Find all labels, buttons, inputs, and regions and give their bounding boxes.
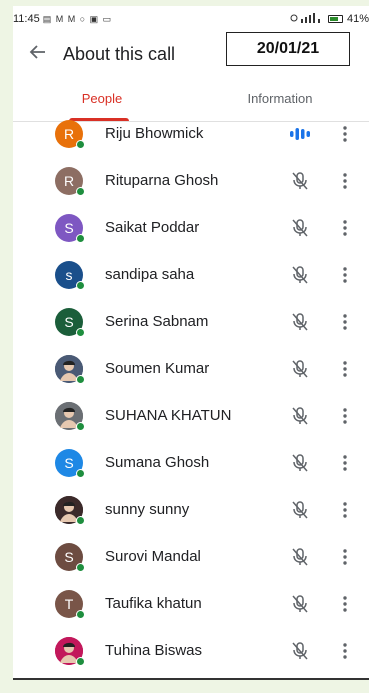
mic-muted-icon: [289, 405, 311, 427]
status-time: 11:45: [13, 13, 40, 25]
avatar: R: [55, 166, 85, 196]
back-arrow-icon[interactable]: [13, 41, 63, 67]
participant-name: Sumana Ghosh: [105, 454, 210, 471]
avatar-initial: S: [64, 548, 74, 565]
participant-name: Surovi Mandal: [105, 548, 201, 565]
page-title: About this call: [63, 43, 176, 64]
app-bar: About this call 20/01/21: [13, 32, 369, 76]
avatar: R: [55, 119, 85, 149]
mic-muted-icon: [289, 546, 311, 568]
mic-muted-icon: [289, 593, 311, 615]
participant-name: sandipa saha: [105, 266, 195, 283]
participant-name: Riju Bhowmick: [105, 125, 204, 142]
participant-row[interactable]: Soumen Kumar: [13, 345, 369, 392]
participant-name: SUHANA KHATUN: [105, 407, 232, 424]
avatar-initial: s: [65, 266, 73, 283]
date-label: 20/01/21: [226, 32, 350, 66]
online-status-dot: [76, 468, 85, 478]
participant-name: Soumen Kumar: [105, 360, 210, 377]
avatar: S: [55, 542, 85, 572]
online-status-dot: [76, 421, 85, 431]
avatar-initial: S: [64, 313, 74, 330]
more-options-icon[interactable]: [337, 264, 353, 286]
participant-row[interactable]: S Sumana Ghosh: [13, 439, 369, 486]
more-options-icon[interactable]: [337, 499, 353, 521]
status-right: 41%: [290, 12, 369, 26]
participant-row[interactable]: T Taufika khatun: [13, 580, 369, 627]
participant-name: Taufika khatun: [105, 595, 202, 612]
participant-list: R Riju Bhowmick R Rituparna Ghosh S Saikat Po…: [13, 110, 369, 674]
online-status-dot: [76, 327, 85, 337]
more-options-icon[interactable]: [337, 405, 353, 427]
participant-name: sunny sunny: [105, 501, 190, 518]
mic-muted-icon: [289, 170, 311, 192]
participant-row[interactable]: sunny sunny: [13, 486, 369, 533]
avatar: [55, 495, 85, 525]
participant-row[interactable]: Tuhina Biswas: [13, 627, 369, 674]
battery-icon: [327, 15, 343, 23]
online-status-dot: [76, 374, 85, 384]
avatar: s: [55, 260, 85, 290]
avatar: [55, 401, 85, 431]
mic-muted-icon: [289, 499, 311, 521]
more-options-icon[interactable]: [337, 170, 353, 192]
more-options-icon[interactable]: [337, 640, 353, 662]
online-status-dot: [76, 609, 85, 619]
mic-muted-icon: [289, 640, 311, 662]
online-status-dot: [76, 562, 85, 572]
avatar-initial: R: [63, 172, 75, 189]
battery-level: 41%: [346, 13, 369, 25]
mic-muted-icon: [289, 264, 311, 286]
participant-row[interactable]: S Saikat Poddar: [13, 204, 369, 251]
tab-information-label: Information: [247, 91, 313, 106]
avatar: S: [55, 307, 85, 337]
notification-icons: ▤ M M ○ ▣ ▭: [42, 13, 113, 24]
signal-icon: [290, 12, 324, 26]
speaking-indicator-icon: [289, 123, 311, 145]
tab-people-label: People: [81, 91, 123, 106]
more-options-icon[interactable]: [337, 452, 353, 474]
online-status-dot: [76, 186, 85, 196]
mic-muted-icon: [289, 311, 311, 333]
more-options-icon[interactable]: [337, 593, 353, 615]
avatar: [55, 636, 85, 666]
online-status-dot: [76, 656, 85, 666]
online-status-dot: [76, 280, 85, 290]
participant-name: Serina Sabnam: [105, 313, 209, 330]
online-status-dot: [76, 233, 85, 243]
participant-name: Saikat Poddar: [105, 219, 200, 236]
online-status-dot: [76, 139, 85, 149]
avatar-initial: S: [64, 219, 74, 236]
participant-row[interactable]: R Riju Bhowmick: [13, 110, 369, 157]
status-left: 11:45 ▤ M M ○ ▣ ▭: [13, 13, 112, 25]
phone-screen: 11:45 ▤ M M ○ ▣ ▭ 41% About this call 20…: [13, 6, 369, 678]
avatar: S: [55, 448, 85, 478]
more-options-icon[interactable]: [337, 311, 353, 333]
more-options-icon[interactable]: [337, 546, 353, 568]
mic-muted-icon: [289, 217, 311, 239]
more-options-icon[interactable]: [337, 358, 353, 380]
participant-row[interactable]: s sandipa saha: [13, 251, 369, 298]
participant-row[interactable]: SUHANA KHATUN: [13, 392, 369, 439]
avatar-initial: S: [64, 454, 74, 471]
avatar: T: [55, 589, 85, 619]
participant-name: Tuhina Biswas: [105, 642, 202, 659]
avatar: [55, 354, 85, 384]
online-status-dot: [76, 515, 85, 525]
status-bar: 11:45 ▤ M M ○ ▣ ▭ 41%: [13, 6, 369, 32]
mic-muted-icon: [289, 452, 311, 474]
avatar-initial: R: [63, 125, 75, 142]
participant-row[interactable]: S Surovi Mandal: [13, 533, 369, 580]
participant-row[interactable]: R Rituparna Ghosh: [13, 157, 369, 204]
more-options-icon[interactable]: [337, 123, 353, 145]
participant-row[interactable]: S Serina Sabnam: [13, 298, 369, 345]
avatar: S: [55, 213, 85, 243]
avatar-initial: T: [64, 595, 74, 612]
participant-name: Rituparna Ghosh: [105, 172, 219, 189]
mic-muted-icon: [289, 358, 311, 380]
bottom-border: [13, 678, 369, 680]
more-options-icon[interactable]: [337, 217, 353, 239]
